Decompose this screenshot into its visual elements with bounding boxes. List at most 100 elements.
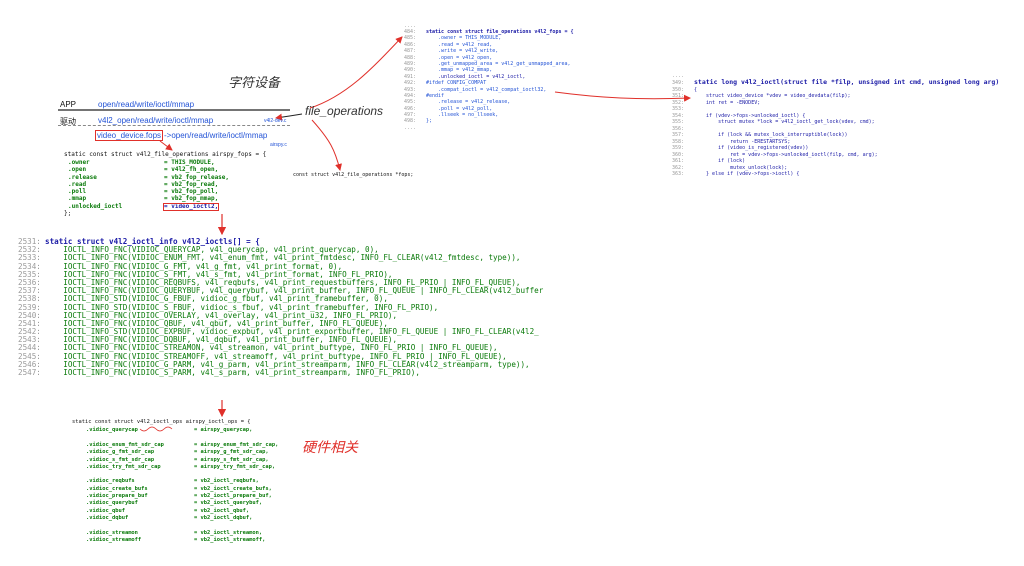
arrow-to-fops-ptr xyxy=(311,119,342,171)
ioctl-ops-row: .vidioc_querybuf = vb2_ioctl_querybuf, xyxy=(72,501,278,507)
line-number: 356: xyxy=(672,125,685,132)
ioctl-ops-field xyxy=(72,472,194,478)
v4l2-fops-line: 496: .poll = v4l2_poll, xyxy=(404,105,574,112)
v4l2-ioctl-rows: 349: static long v4l2_ioctl(struct file *… xyxy=(672,79,999,177)
v4l2-ioctl-line: 362: mutex_unlock(lock); xyxy=(672,165,999,171)
v4l2-ioctl-line: 349: static long v4l2_ioctl(struct file *… xyxy=(672,79,999,86)
ioctl-ops-row: .vidioc_streamon = vb2_ioctl_streamon, xyxy=(72,529,278,537)
v4l2-ioctl-block: .... 349: static long v4l2_ioctl(struct f… xyxy=(672,74,999,179)
v4l2-ioctl-line: 352: int ret = -ENODEV; xyxy=(672,99,999,106)
ioctl-ops-value: = vb2_ioctl_querybuf, xyxy=(194,500,263,507)
v4l2-ioctl-line: 350: { xyxy=(672,87,999,93)
airspy-fops-field: .unlocked_ioctl xyxy=(68,202,123,210)
v4l2-ioctl-line: 361: if (lock) xyxy=(672,159,999,164)
code-text: if (lock && mutex_lock_interruptible(loc… xyxy=(694,132,848,138)
code-text: .write = v4l2_write, xyxy=(426,48,499,55)
code-text: .mmap = v4l2_mmap, xyxy=(426,67,493,74)
line-number: 363: xyxy=(672,171,685,177)
ioctl-ops-field: .vidioc_streamon xyxy=(86,529,138,536)
v4l2-ioctl-line: 360: ret = vdev->fops->unlocked_ioctl(fi… xyxy=(672,151,999,158)
code-text: .get_unmapped_area = v4l2_get_unmapped_a… xyxy=(426,60,571,67)
ioctl-ops-row: .vidioc_enum_fmt_sdr_cap = airspy_enum_fm… xyxy=(72,442,279,449)
ioctl-ops-value: = vb2_ioctl_prepare_buf, xyxy=(194,493,272,500)
v4l2-ioctl-line: 356: xyxy=(672,125,999,132)
ioctl-ops-field: .vidioc_prepare_buf xyxy=(86,493,148,500)
airspy-fops-field: .release xyxy=(68,173,97,181)
code-text: .owner = THIS_MODULE, xyxy=(426,35,502,42)
driver-separator xyxy=(58,125,290,126)
v4l2-fops-line: 493: .compat_ioctl = v4l2_compat_ioctl32… xyxy=(404,86,574,93)
line-number: 2538: xyxy=(18,294,41,304)
code-text: .compat_ioctl = v4l2_compat_ioctl32, xyxy=(426,86,547,93)
code-text: struct mutex *lock = v4l2_ioctl_get_lock… xyxy=(694,119,875,125)
code-text: } else if (vdev->fops->ioctl) { xyxy=(694,171,800,177)
line-number: 487: xyxy=(404,48,417,55)
airspy-fops-row: .open = v4l2_fh_open, xyxy=(64,167,266,173)
v4l2-fops-line: 492: #ifdef CONFIG_COMPAT xyxy=(404,81,574,86)
line-number: 486: xyxy=(404,41,417,48)
ioctl-ops-row: .vidioc_create_bufs = vb2_ioctl_create_bu… xyxy=(72,485,278,493)
line-number: 485: xyxy=(404,35,417,42)
code-text: return -ERESTARTSYS; xyxy=(694,138,791,145)
airspy-fops-row: .mmap = vb2_fop_mmap, xyxy=(64,196,266,202)
ioctl-ops-row xyxy=(72,436,278,442)
airspy-fops-field: .open xyxy=(68,166,87,174)
v4l2-fops-line: 484: static const struct file_operations … xyxy=(404,30,574,35)
ioctl-ops-field: .vidioc_create_bufs xyxy=(86,485,148,492)
v4l2-fops-line: 498:}; xyxy=(404,119,574,124)
code-text: static long v4l2_ioctl(struct file *filp… xyxy=(694,78,1000,86)
v4l2-fops-line: 497: .llseek = no_llseek, xyxy=(404,113,574,118)
line-number: 496: xyxy=(404,105,417,112)
ioctl-ops-value: = vb2_ioctl_dqbuf, xyxy=(194,514,253,521)
line-number: 497: xyxy=(404,112,417,119)
line-number: 2539: xyxy=(18,302,41,312)
code-text: int ret = -ENODEV; xyxy=(694,99,761,106)
v4l2-fops-line: 486: .read = v4l2_read, xyxy=(404,41,574,48)
line-number: 359: xyxy=(672,145,685,151)
v4l2-fops-line: 488: .open = v4l2_open, xyxy=(404,55,574,61)
code-text: if (video_is_registered(vdev)) xyxy=(694,145,809,151)
line-number: 494: xyxy=(404,92,417,99)
airspy-fops-field: .owner xyxy=(68,159,90,166)
ioctl-ops-value: = vb2_ioctl_qbuf, xyxy=(194,507,250,514)
ioctl-ops-value: = vb2_ioctl_create_bufs, xyxy=(194,485,272,492)
v4l2-dev-file: v4l2-dev.c xyxy=(264,118,287,124)
line-number: 492: xyxy=(404,80,417,87)
ioctl-ops-field: .vidioc_qbuf xyxy=(86,507,125,514)
ioctl-ops-value: = vb2_ioctl_reqbufs, xyxy=(194,478,259,485)
ioctl-ops-value: = airspy_enum_fmt_sdr_cap, xyxy=(194,442,279,448)
line-number: 495: xyxy=(404,99,417,106)
arrow-to-v4l2-ioctl xyxy=(554,91,691,102)
code-text: .unlocked_ioctl = v4l2_ioctl, xyxy=(426,73,526,80)
airspy-fops-value: = vb2_fop_release, xyxy=(164,173,230,181)
line-number: 349: xyxy=(672,80,685,86)
hardware-related-note: 硬件相关 xyxy=(302,439,358,455)
ioctl-ops-field: .vidioc_querybuf xyxy=(86,500,138,507)
v4l2-ioctl-line: 359: if (video_is_registered(vdev)) xyxy=(672,146,999,151)
v4l2-fops-line: 487: .write = v4l2_write, xyxy=(404,49,574,54)
app-ops: open/read/write/ioctl/mmap xyxy=(98,100,195,109)
airspy-fops-row: .release = vb2_fop_release, xyxy=(64,173,266,181)
ioctl-ops-row: .vidioc_prepare_buf = vb2_ioctl_prepare_b… xyxy=(72,493,278,500)
code-text: ret = vdev->fops->unlocked_ioctl(filp, c… xyxy=(694,151,878,158)
device-ops: ->open/read/write/ioctl/mmap xyxy=(164,131,268,140)
line-number: 2544: xyxy=(18,343,41,353)
ioctl-ops-field: .vidioc_dqbuf xyxy=(86,514,129,521)
v4l2-ioctl-line: 357: if (lock && mutex_lock_interruptibl… xyxy=(672,133,999,138)
ioctl-ops-field: .vidioc_enum_fmt_sdr_cap xyxy=(86,442,164,448)
airspy-fops-footer: }; xyxy=(64,210,72,218)
v4l2-ioctl-line: 358: return -ERESTARTSYS; xyxy=(672,138,999,145)
airspy-fops-field: .mmap xyxy=(68,195,87,203)
v4l2-fops-block: .... 484: static const struct file_operat… xyxy=(404,24,574,131)
airspy-fops-row: .owner = THIS_MODULE, xyxy=(64,160,266,166)
airspy-fops-field: .poll xyxy=(68,188,87,196)
airspy-fops-value: = THIS_MODULE, xyxy=(164,159,215,166)
ioctl-ops-value: = airspy_g_fmt_sdr_cap, xyxy=(194,449,269,456)
arrow-to-airspy-fops xyxy=(159,140,173,151)
code-text: static const struct file_operations v4l2… xyxy=(426,29,574,35)
ioctl-ops-row: .vidioc_reqbufs = vb2_ioctl_reqbufs, xyxy=(72,479,278,485)
line-number: 352: xyxy=(672,99,685,106)
airspy-fops-rows: .owner = THIS_MODULE, .open = v4l2_fh_open,… xyxy=(64,160,266,211)
line-number: 491: xyxy=(404,73,417,80)
ioctl-ops-row xyxy=(72,472,278,478)
